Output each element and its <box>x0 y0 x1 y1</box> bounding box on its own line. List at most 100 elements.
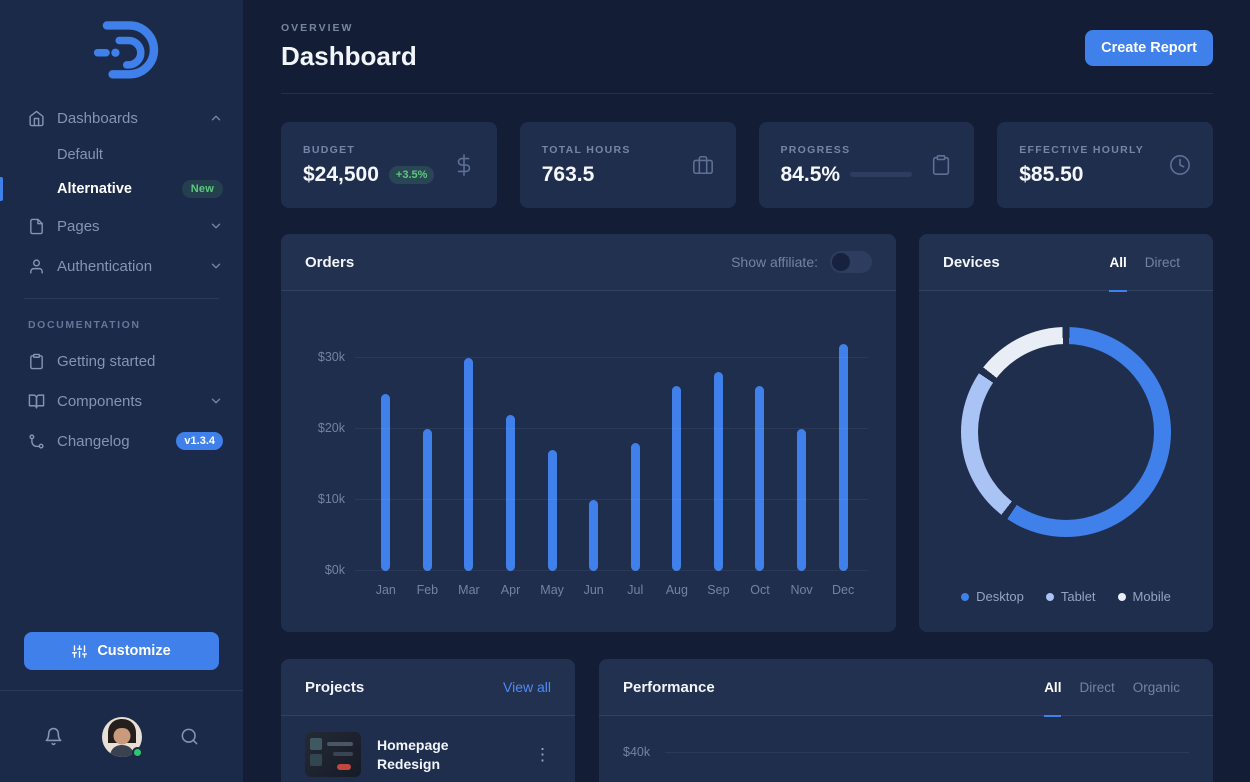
project-list-item[interactable]: Homepage Redesign ⋮ <box>281 716 575 777</box>
online-status-dot <box>132 747 143 758</box>
devices-legend: Desktop Tablet Mobile <box>961 589 1171 604</box>
performance-plot: $40k <box>599 745 1213 782</box>
y-axis-label: $0k <box>305 563 345 577</box>
order-bar <box>423 429 432 571</box>
sidebar-item-label: Default <box>57 147 103 163</box>
kebab-menu-icon[interactable]: ⋮ <box>534 746 551 763</box>
tab-all[interactable]: All <box>1100 234 1135 291</box>
clipboard-icon <box>930 154 952 176</box>
chevron-down-icon <box>209 259 223 273</box>
sidebar-item-changelog[interactable]: Changelog v1.3.4 <box>0 421 243 461</box>
stat-card-budget: BUDGET $24,500 +3.5% <box>281 122 497 208</box>
x-axis-label: May <box>531 583 573 597</box>
tab-direct[interactable]: Direct <box>1070 659 1123 716</box>
stat-label: EFFECTIVE HOURLY <box>1019 144 1144 156</box>
brand-logo[interactable] <box>0 0 243 96</box>
user-icon <box>28 258 45 275</box>
y-gridline: $0k <box>355 570 868 571</box>
legend-dot <box>1118 593 1126 601</box>
sidebar-item-label: Alternative <box>57 181 132 197</box>
performance-title: Performance <box>623 679 715 696</box>
x-axis-label: Apr <box>490 583 532 597</box>
devices-donut <box>961 327 1171 537</box>
stat-label: PROGRESS <box>781 144 913 156</box>
tab-organic[interactable]: Organic <box>1124 659 1189 716</box>
sidebar-item-label: Dashboards <box>57 110 138 127</box>
devices-card: Devices All Direct Desktop Tablet Mobile <box>919 234 1213 632</box>
sliders-icon <box>72 644 87 659</box>
x-axis-label: Mar <box>448 583 490 597</box>
brand-logo-icon <box>85 17 159 79</box>
view-all-link[interactable]: View all <box>503 679 551 695</box>
y-axis-label: $20k <box>305 421 345 435</box>
x-axis-label: Oct <box>739 583 781 597</box>
page-header: OVERVIEW Dashboard Create Report <box>281 22 1213 72</box>
legend-label: Desktop <box>976 589 1024 604</box>
order-bar <box>755 386 764 571</box>
bell-icon[interactable] <box>44 727 63 746</box>
chevron-down-icon <box>209 394 223 408</box>
projects-card: Projects View all Homepage Redesign ⋮ <box>281 659 575 782</box>
search-icon[interactable] <box>180 727 199 746</box>
performance-gridline <box>665 752 1189 753</box>
sidebar-item-label: Getting started <box>57 353 155 370</box>
sidebar-item-label: Authentication <box>57 258 152 275</box>
avatar[interactable] <box>102 717 142 757</box>
project-thumbnail <box>305 732 361 777</box>
devices-title: Devices <box>943 254 1000 271</box>
sidebar-divider <box>24 298 219 299</box>
sidebar-nav: Dashboards Default Alternative New Pages… <box>0 96 243 461</box>
main-content: OVERVIEW Dashboard Create Report BUDGET … <box>243 0 1250 782</box>
x-axis-label: Dec <box>822 583 864 597</box>
sidebar-item-components[interactable]: Components <box>0 381 243 421</box>
customize-button[interactable]: Customize <box>24 632 219 670</box>
sidebar-item-alternative[interactable]: Alternative New <box>0 172 243 206</box>
show-affiliate-toggle[interactable] <box>830 251 872 273</box>
sidebar-item-authentication[interactable]: Authentication <box>0 246 243 286</box>
stats-row: BUDGET $24,500 +3.5% TOTAL HOURS 763.5 P… <box>281 122 1213 208</box>
tab-all[interactable]: All <box>1035 659 1070 716</box>
progress-bar <box>850 172 912 177</box>
order-bar <box>797 429 806 571</box>
sidebar-item-getting-started[interactable]: Getting started <box>0 341 243 381</box>
orders-bars <box>365 311 864 571</box>
tab-direct[interactable]: Direct <box>1136 234 1189 291</box>
orders-title: Orders <box>305 254 354 271</box>
stat-value: 84.5% <box>781 163 841 187</box>
legend-dot <box>1046 593 1054 601</box>
toggle-knob <box>832 253 850 271</box>
header-divider <box>281 93 1213 94</box>
legend-label: Tablet <box>1061 589 1096 604</box>
sidebar-section-label: DOCUMENTATION <box>0 311 243 341</box>
x-axis-label: Jul <box>614 583 656 597</box>
new-badge: New <box>182 180 223 198</box>
x-axis-label: Feb <box>407 583 449 597</box>
legend-item: Mobile <box>1118 589 1171 604</box>
home-icon <box>28 110 45 127</box>
stat-value: 763.5 <box>542 163 595 187</box>
devices-tabs: All Direct <box>1100 234 1189 291</box>
create-report-button[interactable]: Create Report <box>1085 30 1213 66</box>
order-bar <box>839 344 848 571</box>
file-icon <box>28 218 45 235</box>
dollar-icon <box>453 154 475 176</box>
sidebar-item-label: Pages <box>57 218 100 235</box>
orders-xlabels: JanFebMarAprMayJunJulAugSepOctNovDec <box>365 583 864 597</box>
legend-item: Desktop <box>961 589 1024 604</box>
version-badge: v1.3.4 <box>176 432 223 450</box>
devices-donut-hole <box>978 344 1154 520</box>
projects-title: Projects <box>305 679 364 696</box>
order-bar <box>631 443 640 571</box>
y-gridline: $10k <box>355 499 868 500</box>
x-axis-label: Aug <box>656 583 698 597</box>
sidebar-item-dashboards[interactable]: Dashboards <box>0 98 243 138</box>
stat-card-effective-hourly: EFFECTIVE HOURLY $85.50 <box>997 122 1213 208</box>
legend-label: Mobile <box>1133 589 1171 604</box>
x-axis-label: Jun <box>573 583 615 597</box>
order-bar <box>548 450 557 571</box>
sidebar-item-label: Components <box>57 393 142 410</box>
y-gridline: $30k <box>355 357 868 358</box>
sidebar-item-default[interactable]: Default <box>0 138 243 172</box>
x-axis-label: Jan <box>365 583 407 597</box>
sidebar-item-pages[interactable]: Pages <box>0 206 243 246</box>
